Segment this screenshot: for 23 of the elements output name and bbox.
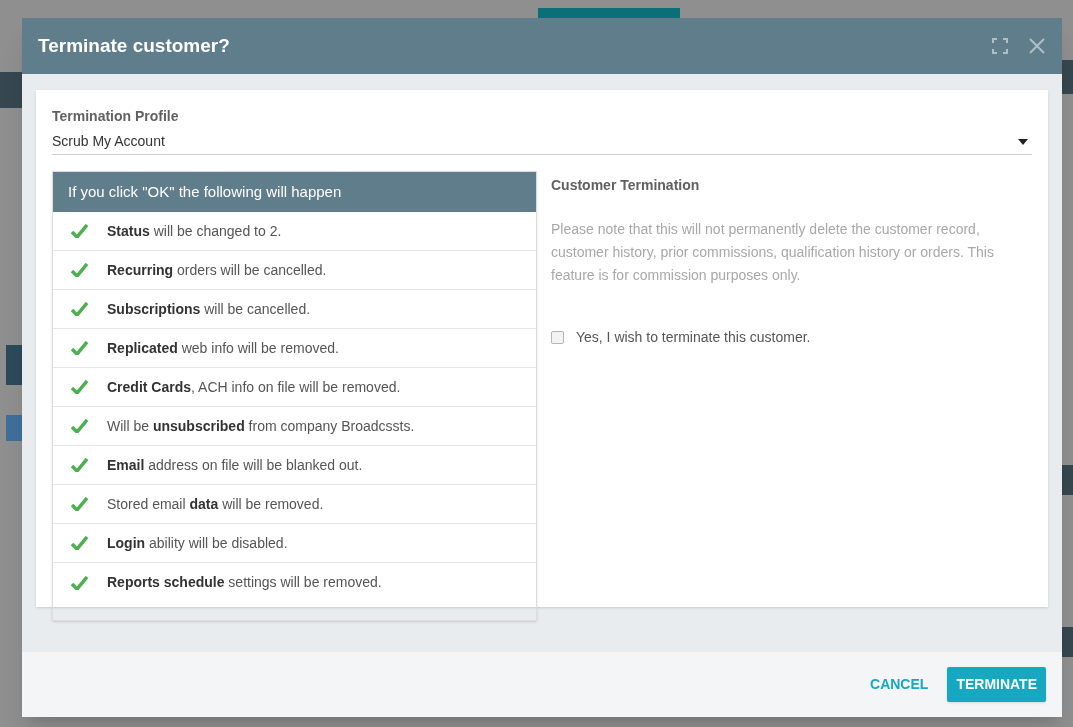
consequence-text: Replicated web info will be removed. bbox=[107, 338, 339, 358]
notice-text: Please note that this will not permanently delete the customer record, customer history, prior commissions, qualification history or orders. This feature is for commission purposes only. bbox=[551, 220, 995, 285]
maximize-icon[interactable] bbox=[992, 38, 1008, 54]
consequence-text: Status will be changed to 2. bbox=[107, 221, 282, 241]
consequence-text: Will be unsubscribed from company Broadcssts. bbox=[107, 416, 415, 436]
profile-label: Termination Profile bbox=[52, 107, 180, 126]
caret-icon bbox=[1018, 138, 1028, 145]
confirm-label: Yes, I wish to terminate this customer. bbox=[576, 328, 811, 347]
panel-heading: If you click "OK" the following will happen bbox=[53, 172, 536, 212]
profile-select[interactable]: Scrub My Account bbox=[52, 129, 1032, 155]
consequence-text: Login ability will be disabled. bbox=[107, 533, 288, 553]
consequence-text: Email address on file will be blanked out. bbox=[107, 455, 363, 475]
terminate-button[interactable]: TERMINATE bbox=[947, 667, 1046, 702]
notice-heading: Customer Termination bbox=[551, 176, 701, 195]
consequence-text: Reports schedule settings will be removed. bbox=[107, 573, 382, 592]
cancel-button[interactable]: CANCEL bbox=[861, 667, 938, 702]
close-icon[interactable] bbox=[1028, 37, 1046, 55]
consequence-text: Credit Cards, ACH info on file will be removed. bbox=[107, 377, 401, 397]
consequence-text: Recurring orders will be cancelled. bbox=[107, 260, 327, 280]
dialog-title: Terminate customer? bbox=[38, 33, 231, 58]
consequence-text: Stored email data will be removed. bbox=[107, 494, 324, 514]
confirm-checkbox[interactable] bbox=[551, 331, 564, 344]
consequence-text: Subscriptions will be cancelled. bbox=[107, 299, 311, 319]
